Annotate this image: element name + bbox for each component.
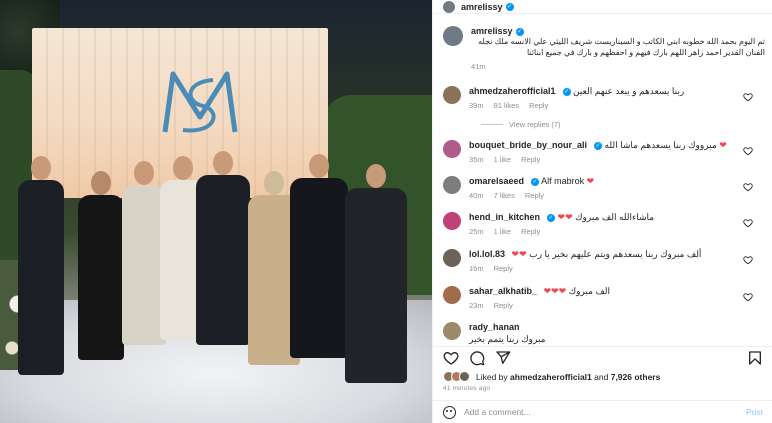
caption-username[interactable]: amrelissy (471, 26, 513, 36)
person-2 (78, 171, 124, 360)
heart-emoji: ❤❤ (511, 249, 527, 259)
comment-text: ألف مبروك ربنا يسعدهم ويتم عليهم بخير يا… (529, 249, 702, 259)
comment-item: sahar_alkhatib_ ❤❤❤ الف مبروك 23m Reply (443, 286, 765, 310)
liker-avatars (443, 371, 470, 382)
emoji-icon[interactable] (443, 405, 456, 419)
verified-badge-icon: ✓ (594, 141, 603, 150)
person-1 (18, 156, 64, 375)
share-icon[interactable] (495, 350, 511, 366)
verified-badge-icon: ✓ (547, 213, 556, 222)
comment-text: Alf mabrok (541, 176, 585, 186)
verified-badge-icon: ✓ (515, 27, 524, 36)
comment-avatar[interactable] (443, 212, 461, 230)
likes-summary: Liked by ahmedzaherofficial1 and 7,926 o… (443, 371, 660, 382)
comment-username[interactable]: lol.lol.83 (469, 249, 505, 259)
caption-text: تم اليوم بحمد الله خطوبه ابني الكاتب و ا… (478, 37, 765, 57)
post-actions-bar (433, 346, 772, 368)
liked-user[interactable]: ahmedzaherofficial1 (510, 372, 592, 382)
heart-emoji: ❤❤❤ (543, 286, 567, 296)
verified-badge-icon: ✓ (531, 177, 540, 186)
others-count[interactable]: 7,926 others (611, 372, 661, 382)
replies-divider (481, 124, 503, 125)
comment-avatar[interactable] (443, 176, 461, 194)
heart-emoji: ❤❤ (557, 212, 573, 222)
comment-likes[interactable]: 91 likes (494, 101, 519, 110)
liker-avatar (459, 371, 470, 382)
comment-time: 25m (469, 227, 484, 236)
post-panel: amrelissy ✓ amrelissy ✓ تم اليوم بحمد الل… (432, 0, 772, 423)
comment-heart-icon[interactable] (743, 92, 753, 102)
comment-text: الف مبروك (568, 286, 611, 296)
verified-badge-icon: ✓ (562, 87, 571, 96)
comment-item: bouquet_bride_by_nour_ali ✓ مبرووك ربنا ي… (443, 140, 765, 164)
post-time-ago[interactable]: 41 minutes ago (443, 385, 490, 392)
author-avatar[interactable] (443, 0, 455, 13)
reply-button[interactable]: Reply (521, 155, 540, 164)
reply-button[interactable]: Reply (494, 264, 513, 273)
reply-button[interactable]: Reply (494, 301, 513, 310)
bookmark-icon[interactable] (747, 350, 763, 366)
comment-time: 40m (469, 191, 484, 200)
comment-text: مبرووك ربنا يسعدهم ماشا الله (604, 140, 717, 150)
comment-time: 23m (469, 301, 484, 310)
caption-time: 41m (471, 62, 486, 71)
comment-likes[interactable]: 7 likes (494, 191, 515, 200)
comment-likes[interactable]: 1 like (494, 155, 512, 164)
reply-button[interactable]: Reply (521, 227, 540, 236)
comment-item: lol.lol.83 ❤❤ ألف مبروك ربنا يسعدهم ويتم… (443, 249, 765, 273)
comment-username[interactable]: rady_hanan (469, 322, 520, 332)
comment-username[interactable]: sahar_alkhatib_ (469, 286, 537, 296)
comment-time: 16m (469, 264, 484, 273)
post-caption: amrelissy ✓ تم اليوم بحمد الله خطوبه ابني… (443, 26, 765, 71)
add-comment-bar: Post (433, 400, 772, 423)
post-photo[interactable] (0, 0, 432, 423)
heart-icon[interactable] (443, 350, 459, 366)
comment-icon[interactable] (469, 350, 485, 366)
comment-text: مبروك ربنا يتمم بخير (469, 334, 546, 344)
person-5-groom (196, 151, 250, 345)
comment-item: rady_hanan مبروك ربنا يتمم بخير (443, 322, 765, 345)
comment-username[interactable]: hend_in_kitchen (469, 212, 540, 222)
monogram-logo (162, 71, 238, 133)
view-replies-label: View replies (7) (509, 120, 561, 129)
comment-avatar[interactable] (443, 322, 461, 340)
comment-time: 35m (469, 155, 484, 164)
comment-heart-icon[interactable] (743, 255, 753, 265)
reply-button[interactable]: Reply (529, 101, 548, 110)
comment-time: 39m (469, 101, 484, 110)
comment-input[interactable] (464, 407, 738, 417)
comment-item: omarelsaeed ✓ Alf mabrok ❤ 40m 7 likes Repl… (443, 176, 765, 200)
comment-item: ahmedzaherofficial1 ✓ ربنا يسعدهم و يبعد … (443, 86, 765, 110)
comment-username[interactable]: omarelsaeed (469, 176, 524, 186)
comment-heart-icon[interactable] (743, 146, 753, 156)
liked-by-label: Liked by (476, 371, 508, 382)
view-replies-button[interactable]: View replies (7) (481, 120, 561, 129)
person-7 (290, 154, 348, 358)
caption-avatar[interactable] (443, 26, 463, 46)
comment-heart-icon[interactable] (743, 292, 753, 302)
comment-text: ربنا يسعدهم و يبعد عنهم العين (573, 86, 685, 96)
post-header: amrelissy ✓ (433, 0, 772, 14)
heart-emoji: ❤ (719, 140, 727, 150)
and-label: and (594, 371, 609, 382)
comment-avatar[interactable] (443, 140, 461, 158)
post-button[interactable]: Post (746, 407, 763, 417)
author-username[interactable]: amrelissy (461, 2, 503, 12)
comment-avatar[interactable] (443, 286, 461, 304)
heart-emoji: ❤ (586, 176, 595, 186)
comment-avatar[interactable] (443, 249, 461, 267)
comment-item: hend_in_kitchen ✓ ❤❤ ماشاءالله الف مبروك … (443, 212, 765, 236)
person-8 (345, 164, 407, 383)
verified-badge-icon: ✓ (505, 2, 514, 11)
comment-heart-icon[interactable] (743, 182, 753, 192)
comment-heart-icon[interactable] (743, 218, 753, 228)
comment-avatar[interactable] (443, 86, 461, 104)
comment-likes[interactable]: 1 like (494, 227, 512, 236)
comment-username[interactable]: bouquet_bride_by_nour_ali (469, 140, 587, 150)
comment-text: ماشاءالله الف مبروك (575, 212, 655, 222)
reply-button[interactable]: Reply (525, 191, 544, 200)
comment-username[interactable]: ahmedzaherofficial1 (469, 86, 556, 96)
